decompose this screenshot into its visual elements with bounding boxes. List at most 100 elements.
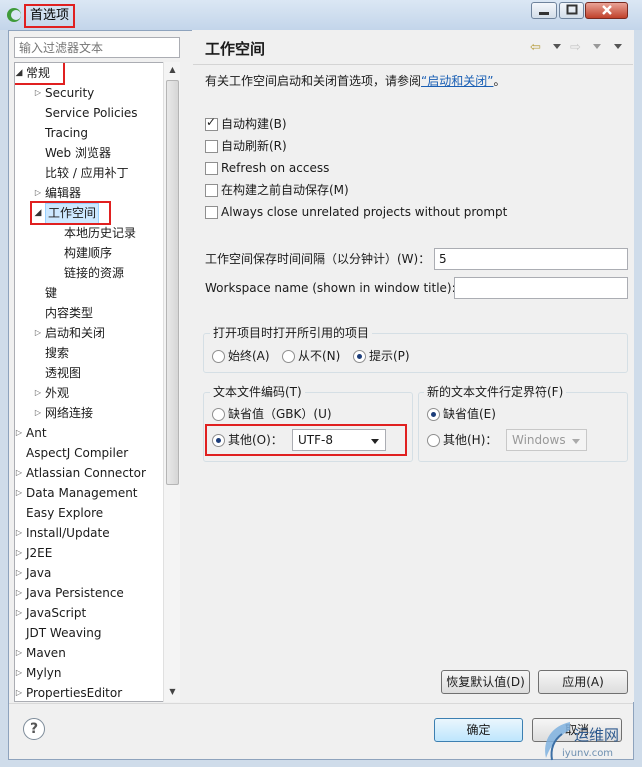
tree-item[interactable]: Java Persistence <box>26 583 124 603</box>
tree-item[interactable]: Java <box>26 563 51 583</box>
tree-item[interactable]: Install/Update <box>26 523 110 543</box>
auto-refresh-label: 自动刷新(R) <box>221 139 287 153</box>
delimiter-select-value: Windows <box>512 433 566 447</box>
prompt-radio[interactable] <box>353 350 366 363</box>
tree-collapsed-icon[interactable]: ▷ <box>15 603 24 623</box>
tree-item[interactable]: 搜索 <box>45 343 69 363</box>
minimize-button[interactable] <box>531 2 557 19</box>
tree-item[interactable]: Ant <box>26 423 47 443</box>
tree-item[interactable]: 内容类型 <box>45 303 93 323</box>
tree-item[interactable]: 链接的资源 <box>64 263 124 283</box>
workspace-name-input[interactable] <box>454 277 628 299</box>
tree-item[interactable]: 外观 <box>45 383 69 403</box>
eclipse-app-icon <box>7 8 21 22</box>
auto-build-checkbox[interactable] <box>205 115 218 131</box>
tree-scrollbar[interactable]: ▲ ▼ <box>163 62 180 702</box>
delimiter-default-label: 缺省值(E) <box>443 407 496 421</box>
tree-item[interactable]: 网络连接 <box>45 403 93 423</box>
tree-item[interactable]: JavaScript <box>26 603 86 623</box>
always-label: 始终(A) <box>228 349 270 363</box>
view-menu-icon[interactable] <box>614 44 622 49</box>
tree-item[interactable]: 透视图 <box>45 363 81 383</box>
tree-item[interactable]: Mylyn <box>26 663 62 683</box>
tree-item[interactable]: Data Management <box>26 483 138 503</box>
tree-item[interactable]: Maven <box>26 643 66 663</box>
preferences-tree: ◢ 常规 ▷ Security Service Policies Tracing Web 浏… <box>14 62 180 702</box>
tree-collapsed-icon[interactable]: ▷ <box>15 683 24 701</box>
save-interval-label: 工作空间保存时间间隔（以分钟计）(W)： <box>205 252 431 266</box>
tree-item[interactable]: 编辑器 <box>45 183 81 203</box>
encoding-default-label: 缺省值（GBK）(U) <box>228 407 332 421</box>
scroll-up-icon[interactable]: ▲ <box>164 65 181 74</box>
delimiter-default-radio[interactable] <box>427 408 440 421</box>
delimiter-select[interactable]: Windows <box>506 429 587 451</box>
delimiter-other-radio[interactable] <box>427 434 440 447</box>
filter-input[interactable] <box>14 37 180 58</box>
tree-collapsed-icon[interactable]: ▷ <box>33 183 43 203</box>
header-divider <box>193 64 633 65</box>
back-arrow-icon[interactable]: ⇦ <box>530 40 541 55</box>
tree-item[interactable]: AspectJ Compiler <box>26 443 128 463</box>
close-button[interactable] <box>585 2 628 19</box>
tree-item[interactable]: 本地历史记录 <box>64 223 136 243</box>
tree-collapsed-icon[interactable]: ▷ <box>33 83 43 103</box>
save-before-build-checkbox[interactable] <box>205 184 218 197</box>
scrollbar-thumb[interactable] <box>166 80 179 485</box>
apply-button[interactable]: 应用(A) <box>538 670 628 694</box>
tree-item[interactable]: 比较 / 应用补丁 <box>45 163 129 183</box>
tree-expanded-icon[interactable]: ◢ <box>33 203 43 223</box>
tree-item[interactable]: PropertiesEditor <box>26 683 122 701</box>
tree-collapsed-icon[interactable]: ▷ <box>15 543 24 563</box>
line-delimiter-group <box>418 392 628 462</box>
startup-shutdown-link[interactable]: “启动和关闭” <box>421 74 493 88</box>
always-radio[interactable] <box>212 350 225 363</box>
encoding-other-radio[interactable] <box>212 434 225 447</box>
tree-collapsed-icon[interactable]: ▷ <box>33 383 43 403</box>
tree-collapsed-icon[interactable]: ▷ <box>15 483 24 503</box>
encoding-select[interactable]: UTF-8 <box>292 429 386 451</box>
restore-defaults-button[interactable]: 恢复默认值(D) <box>441 670 530 694</box>
back-dropdown-icon[interactable] <box>553 44 561 49</box>
refresh-on-access-checkbox[interactable] <box>205 162 218 175</box>
tree-collapsed-icon[interactable]: ▷ <box>15 583 24 603</box>
tree-item[interactable]: 构建顺序 <box>64 243 112 263</box>
auto-refresh-checkbox[interactable] <box>205 140 218 153</box>
tree-item[interactable]: 键 <box>45 283 57 303</box>
close-unrelated-checkbox[interactable] <box>205 206 218 219</box>
tree-item[interactable]: Service Policies <box>45 103 138 123</box>
tree-collapsed-icon[interactable]: ▷ <box>33 403 43 423</box>
forward-arrow-icon[interactable]: ⇨ <box>570 40 581 55</box>
tree-collapsed-icon[interactable]: ▷ <box>15 423 24 443</box>
forward-dropdown-icon[interactable] <box>593 44 601 49</box>
tree-item[interactable]: 启动和关闭 <box>45 323 105 343</box>
tree-item[interactable]: 工作空间 <box>45 203 100 225</box>
description-text: 有关工作空间启动和关闭首选项，请参阅 <box>205 74 422 88</box>
tree-item[interactable]: Security <box>45 83 94 103</box>
tree-collapsed-icon[interactable]: ▷ <box>33 323 43 343</box>
tree-expanded-icon[interactable]: ◢ <box>15 63 24 83</box>
encoding-default-radio[interactable] <box>212 408 225 421</box>
tree-collapsed-icon[interactable]: ▷ <box>15 663 24 683</box>
tree-item[interactable]: Easy Explore <box>26 503 103 523</box>
save-interval-input[interactable]: 5 <box>434 248 628 270</box>
window-title: 首选项 <box>24 4 76 28</box>
never-radio[interactable] <box>282 350 295 363</box>
tree-collapsed-icon[interactable]: ▷ <box>15 643 24 663</box>
scroll-down-icon[interactable]: ▼ <box>164 687 181 696</box>
maximize-button[interactable] <box>559 2 584 19</box>
tree-item[interactable]: Tracing <box>45 123 88 143</box>
tree-item[interactable]: JDT Weaving <box>26 623 101 643</box>
tree-collapsed-icon[interactable]: ▷ <box>15 523 24 543</box>
help-icon[interactable]: ? <box>23 718 45 740</box>
watermark-site: iyunv.com <box>562 748 614 759</box>
tree-item[interactable]: Atlassian Connector <box>26 463 146 483</box>
tree-collapsed-icon[interactable]: ▷ <box>15 463 24 483</box>
tree-item[interactable]: Web 浏览器 <box>45 143 111 163</box>
open-refs-title: 打开项目时打开所引用的项目 <box>210 326 373 340</box>
tree-item[interactable]: 常规 <box>26 63 50 83</box>
close-unrelated-label: Always close unrelated projects without … <box>221 205 508 219</box>
tree-collapsed-icon[interactable]: ▷ <box>15 563 24 583</box>
chevron-down-icon <box>572 439 580 444</box>
ok-button[interactable]: 确定 <box>434 718 523 742</box>
tree-item[interactable]: J2EE <box>26 543 52 563</box>
